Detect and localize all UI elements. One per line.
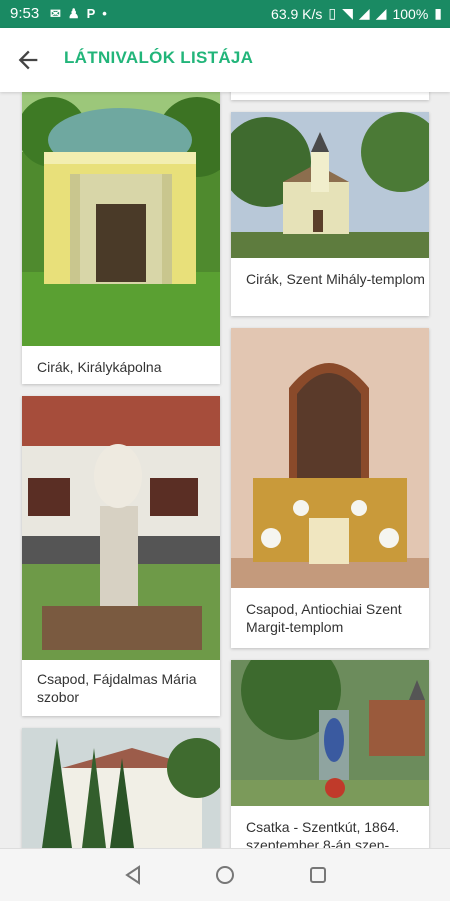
network-speed: 63.9 K/s [271, 5, 323, 22]
wifi-icon: ◥ [342, 5, 353, 21]
system-nav-bar [0, 848, 450, 901]
sight-caption: Csapod, Fájdalmas Mária szobor [37, 671, 197, 705]
sight-photo [22, 396, 220, 660]
battery-level: 100% [392, 5, 429, 22]
person-icon: ♟ [67, 6, 80, 21]
app-bar: LÁTNIVALÓK LISTÁJA [0, 28, 450, 92]
page-title: LÁTNIVALÓK LISTÁJA [64, 48, 254, 67]
sight-card[interactable]: Csatka - Szentkút, 1864. szeptember 8-án… [231, 660, 429, 848]
sight-photo [22, 92, 220, 346]
sight-photo [231, 328, 429, 588]
sight-photo [231, 660, 429, 806]
sight-card[interactable]: Csapod, Fájdalmas Mária szobor [22, 396, 220, 716]
sight-photo [22, 728, 220, 848]
signal-icon: ◢ [358, 5, 370, 21]
sights-grid: Cirák, Királykápolna Cirák, Szent Mihály… [0, 92, 450, 848]
sight-card[interactable]: Csapod, Antiochiai Szent Margit-templom [231, 328, 429, 648]
dot-icon: • [102, 6, 107, 21]
signal2-icon: ◢ [375, 5, 387, 21]
back-arrow-icon[interactable] [14, 46, 42, 74]
nav-recents-icon[interactable] [306, 863, 330, 887]
nav-back-icon[interactable] [121, 863, 145, 887]
sight-card[interactable]: Cirák, Királykápolna [22, 92, 220, 384]
sight-card[interactable] [22, 728, 220, 848]
sight-photo [231, 112, 429, 258]
sight-caption: Csapod, Antiochiai Szent Margit-templom [246, 601, 402, 635]
parking-icon: P [86, 6, 96, 21]
status-right: 63.9 K/s ▯ ◥ ◢ ◢ 100% ▮ [271, 5, 442, 22]
battery-icon: ▮ [434, 5, 442, 21]
nav-home-icon[interactable] [213, 863, 237, 887]
vibrate-icon: ▯ [328, 5, 337, 21]
sight-caption: Cirák, Szent Mihály-templom [246, 271, 425, 287]
status-bar: 9:53 ✉ ♟ P • 63.9 K/s ▯ ◥ ◢ ◢ 100% ▮ [0, 0, 450, 28]
card-partial-top[interactable] [231, 92, 429, 100]
notification-icons: ✉ ♟ P • [50, 6, 107, 22]
sight-caption: Csatka - Szentkút, 1864. szeptember 8-án… [246, 819, 400, 848]
status-time: 9:53 [10, 5, 40, 22]
sight-caption: Cirák, Királykápolna [37, 359, 162, 375]
mail-icon: ✉ [50, 6, 61, 21]
sight-card[interactable]: Cirák, Szent Mihály-templom [231, 112, 429, 316]
